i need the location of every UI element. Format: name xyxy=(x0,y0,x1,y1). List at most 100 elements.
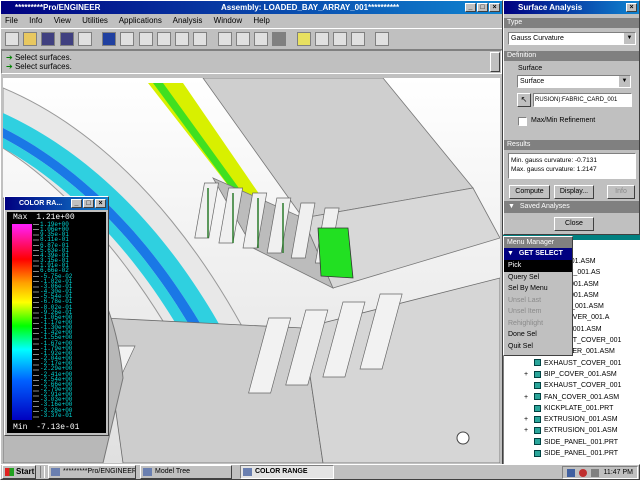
color-range-window: COLOR RA... _ □ × Max 1.21e+00 1.19e+00 1… xyxy=(4,196,109,436)
part-icon xyxy=(534,393,541,401)
display-button[interactable]: Display... xyxy=(554,185,594,199)
color-range-title: COLOR RA... xyxy=(19,200,63,207)
color-range-title-bar[interactable]: COLOR RA... _ □ × xyxy=(5,197,108,210)
datum-planes-icon[interactable] xyxy=(296,32,311,46)
part-icon xyxy=(534,438,541,446)
menu-item-rehighlight: Rehighlight xyxy=(508,319,544,327)
tree-item[interactable]: KICKPLATE_001.PRT xyxy=(534,403,640,414)
datum-points-icon[interactable] xyxy=(332,32,347,46)
color-range-value: -3.37e-01 xyxy=(40,411,73,419)
repaint-icon[interactable] xyxy=(102,32,117,46)
message-line-2: ➔ Select surfaces. xyxy=(6,62,72,71)
expand-icon[interactable]: + xyxy=(524,425,528,436)
compute-button[interactable]: Compute xyxy=(509,185,550,199)
taskbar-item-color-range[interactable]: COLOR RANGE xyxy=(240,465,334,479)
coord-sys-icon[interactable] xyxy=(351,32,366,46)
surface-analysis-title-bar[interactable]: Surface Analysis × xyxy=(504,1,639,14)
tree-item-label: EXTRUSION_001.ASM xyxy=(544,427,618,435)
zoom-fit-icon[interactable] xyxy=(156,32,171,46)
chevron-down-icon[interactable]: ▼ xyxy=(624,33,635,44)
menu-item-unsel-item: Unsel Item xyxy=(508,308,542,315)
type-section-label: Type xyxy=(504,18,639,28)
expand-icon[interactable]: + xyxy=(524,392,528,403)
menu-item-query-sel[interactable]: Query Sel xyxy=(504,272,572,284)
main-title-bar[interactable]: *********Pro/ENGINEER Assembly: LOADED_B… xyxy=(1,1,502,14)
close-button[interactable]: × xyxy=(489,3,500,12)
menu-window[interactable]: Window xyxy=(214,16,242,25)
tree-item[interactable]: + EXTRUSION_001.ASM xyxy=(524,414,640,425)
zoom-out-icon[interactable] xyxy=(138,32,153,46)
taskbar-item-model-tree[interactable]: Model Tree xyxy=(140,465,232,479)
expand-icon[interactable]: + xyxy=(524,414,528,425)
open-folder-icon[interactable] xyxy=(23,32,38,46)
menu-item-quit-sel[interactable]: Quit Sel xyxy=(504,341,572,353)
close-dialog-button[interactable]: Close xyxy=(554,217,594,231)
saved-views-icon[interactable] xyxy=(193,32,208,46)
max-min-label: Max/Min Refinement xyxy=(531,117,596,124)
tree-item[interactable]: SIDE_PANEL_001.PRT xyxy=(534,448,640,459)
part-icon xyxy=(534,449,541,457)
menu-item-sel-by-menu[interactable]: Sel By Menu xyxy=(504,283,572,295)
start-button[interactable]: Start xyxy=(2,465,36,479)
new-file-icon[interactable] xyxy=(5,32,19,46)
save-icon[interactable] xyxy=(41,32,56,46)
message-scrollbar[interactable] xyxy=(490,52,500,72)
menu-item-pick[interactable]: Pick xyxy=(504,260,572,272)
surface-select[interactable]: Surface ▼ xyxy=(517,75,631,88)
menu-view[interactable]: View xyxy=(54,16,71,25)
system-tray: 11:47 PM xyxy=(562,466,638,479)
no-hidden-icon[interactable] xyxy=(254,32,269,46)
tree-item-label: EXHAUST_COVER_001 xyxy=(544,359,622,367)
part-icon xyxy=(534,404,541,412)
main-window-title: *********Pro/ENGINEER xyxy=(15,3,101,12)
zoom-in-icon[interactable] xyxy=(120,32,135,46)
taskbar-item-proengineer[interactable]: *********Pro/ENGINEER xyxy=(48,465,136,479)
surface-label: Surface xyxy=(518,65,543,72)
maximize-button[interactable]: □ xyxy=(477,3,488,12)
tree-item[interactable]: + FAN_COVER_001.ASM xyxy=(524,392,640,403)
menu-applications[interactable]: Applications xyxy=(119,16,162,25)
clock[interactable]: 11:47 PM xyxy=(604,467,633,478)
shading-icon[interactable] xyxy=(272,32,287,46)
tree-item[interactable]: SIDE_PANEL_001.PRT xyxy=(534,437,640,448)
expand-icon[interactable]: + xyxy=(524,369,528,380)
tray-app-icon[interactable] xyxy=(579,469,587,477)
reference-field[interactable]: RUSION):FABRIC_CARD_001 xyxy=(533,93,632,107)
color-range-minimize-button[interactable]: _ xyxy=(71,199,82,208)
menu-utilities[interactable]: Utilities xyxy=(82,16,108,25)
hidden-line-icon[interactable] xyxy=(235,32,250,46)
speaker-icon[interactable] xyxy=(591,469,599,477)
message-line-1: ➔ Select surfaces. xyxy=(6,53,72,62)
tree-item[interactable]: EXHAUST_COVER_001 xyxy=(534,358,640,369)
select-arrow-button[interactable]: ↖ xyxy=(517,93,531,107)
print-icon[interactable] xyxy=(77,32,92,46)
menu-manager-title[interactable]: Menu Manager xyxy=(504,237,572,248)
chevron-down-icon[interactable]: ▼ xyxy=(619,76,630,87)
surface-analysis-close-button[interactable]: × xyxy=(626,3,637,12)
surface-analysis-dialog: Surface Analysis × Type Gauss Curvature … xyxy=(503,0,640,235)
menu-item-done-sel[interactable]: Done Sel xyxy=(504,329,572,341)
tree-item[interactable]: + BIP_COVER_001.ASM xyxy=(524,369,640,380)
color-range-close-button[interactable]: × xyxy=(95,199,106,208)
datum-axes-icon[interactable] xyxy=(314,32,329,46)
save-copy-icon[interactable] xyxy=(59,32,74,46)
type-select[interactable]: Gauss Curvature ▼ xyxy=(508,32,636,45)
color-range-maximize-button[interactable]: □ xyxy=(83,199,94,208)
max-min-checkbox[interactable] xyxy=(518,117,527,126)
context-help-icon[interactable] xyxy=(375,32,390,46)
info-button[interactable]: Info xyxy=(607,185,635,199)
tree-item-label: EXTRUSION_001.ASM xyxy=(544,416,618,424)
tree-item[interactable]: + EXTRUSION_001.ASM xyxy=(524,425,640,436)
menu-info[interactable]: Info xyxy=(29,16,42,25)
menu-help[interactable]: Help xyxy=(253,16,269,25)
menu-analysis[interactable]: Analysis xyxy=(173,16,203,25)
menu-file[interactable]: File xyxy=(5,16,18,25)
color-range-body: Max 1.21e+00 1.19e+00 1.06e+00 9.35e-01 8.1… xyxy=(7,212,106,433)
minimize-button[interactable]: _ xyxy=(465,3,476,12)
orient-icon[interactable] xyxy=(175,32,190,46)
network-icon[interactable] xyxy=(567,469,575,477)
saved-analyses-header[interactable]: ▼ Saved Analyses xyxy=(504,201,639,213)
color-legend-bar xyxy=(12,224,32,420)
tree-item[interactable]: EXHAUST_COVER_001 xyxy=(534,380,640,391)
wireframe-icon[interactable] xyxy=(217,32,232,46)
